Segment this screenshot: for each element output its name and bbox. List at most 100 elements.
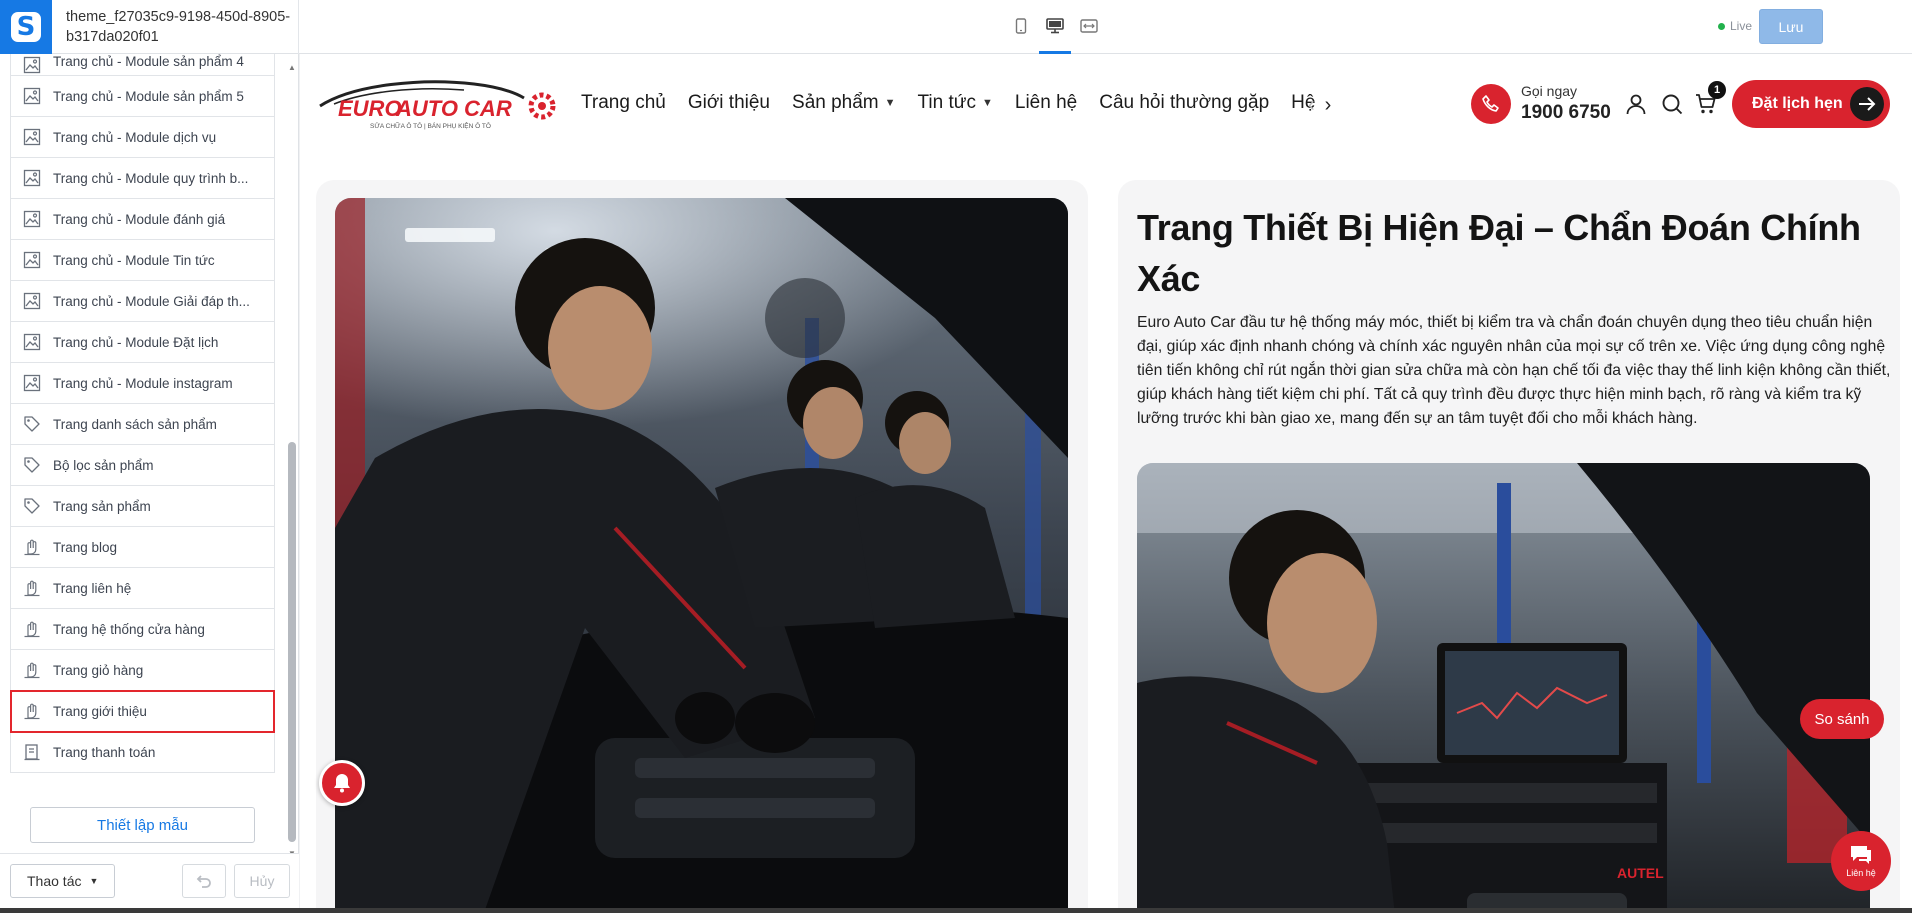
main-navigation: Trang chủ Giới thiệu Sản phẩm ▼ Tin tức ▼ Liên… <box>581 92 1346 114</box>
sidebar-scrollbar[interactable]: ▲ ▼ <box>287 64 297 864</box>
undo-button[interactable] <box>182 864 226 898</box>
nav-item-label: Câu hỏi thường gặp <box>1099 92 1270 113</box>
nav-item[interactable]: Giới thiệu <box>688 92 770 114</box>
sidebar-footer: Thao tác ▼ Hủy <box>0 853 299 913</box>
account-button[interactable] <box>1622 90 1650 118</box>
mechanics-photo <box>335 198 1068 913</box>
desktop-view-button[interactable] <box>1039 14 1071 54</box>
layout-icon <box>21 126 43 148</box>
sidebar-item[interactable]: Trang thanh toán <box>11 732 274 773</box>
nav-item[interactable]: Tin tức ▼ <box>918 92 993 114</box>
template-page-list: Trang chủ - Module sản phẩm 4 Trang chủ -… <box>10 54 275 773</box>
sidebar-item[interactable]: Trang danh sách sản phẩm <box>11 404 274 445</box>
section-body-text: Euro Auto Car đầu tư hệ thống máy móc, t… <box>1137 314 1891 427</box>
brand-logo-graphic: EURO AUTO CAR SỬA CHỮA Ô TÔ | BÁN PHỤ KI… <box>319 80 556 130</box>
save-button[interactable]: Lưu <box>1759 9 1823 44</box>
sidebar-item-label: Trang chủ - Module Đặt lịch <box>53 334 219 350</box>
contact-chat-button[interactable]: Liên hệ <box>1831 831 1891 891</box>
nav-item[interactable]: Sản phẩm ▼ <box>792 92 896 114</box>
sidebar-item[interactable]: Trang chủ - Module sản phẩm 4 <box>11 54 274 76</box>
app-logo[interactable]: S <box>0 0 52 54</box>
theme-name: theme_f27035c9-9198-450d-8905-b317da020f… <box>66 9 291 45</box>
sidebar-item[interactable]: Bộ lọc sản phẩm <box>11 445 274 486</box>
device-switcher <box>1010 14 1100 54</box>
tag-icon <box>21 454 43 476</box>
autel-brand-text: AUTEL <box>1617 865 1664 881</box>
phone-caption: Gọi ngay <box>1521 83 1578 99</box>
sidebar-item-label: Trang chủ - Module Giải đáp th... <box>53 293 250 309</box>
sidebar-item-label: Trang chủ - Module quy trình b... <box>53 170 249 186</box>
sidebar-item[interactable]: Trang chủ - Module Tin tức <box>11 240 274 281</box>
book-appointment-button[interactable]: Đặt lịch hẹn <box>1732 80 1890 128</box>
live-label: Live <box>1730 19 1753 33</box>
sidebar-item-label: Trang chủ - Module sản phẩm 4 <box>53 54 244 69</box>
sidebar-item[interactable]: Trang liên hệ <box>11 568 274 609</box>
sidebar-item[interactable]: Trang chủ - Module sản phẩm 5 <box>11 76 274 117</box>
nav-item-label: Giới thiệu <box>687 92 771 113</box>
sidebar-item-label: Bộ lọc sản phẩm <box>53 457 154 473</box>
brand-logo[interactable]: EURO AUTO CAR SỬA CHỮA Ô TÔ | BÁN PHỤ KI… <box>314 76 564 132</box>
layout-icon <box>21 167 43 189</box>
sidebar-item[interactable]: Trang giới thiệu <box>10 690 275 733</box>
user-icon <box>1626 94 1646 115</box>
phone-call-button[interactable] <box>1471 84 1511 124</box>
chat-icon <box>1851 846 1871 864</box>
sidebar-item[interactable]: Trang chủ - Module đánh giá <box>11 199 274 240</box>
sidebar-item[interactable]: Trang sản phẩm <box>11 486 274 527</box>
sidebar-item[interactable]: Trang chủ - Module dịch vụ <box>11 117 274 158</box>
nav-item-label: Trang chủ <box>581 92 666 113</box>
search-button[interactable] <box>1658 90 1686 118</box>
nav-item[interactable]: Liên hệ <box>1015 92 1077 114</box>
cart-count-badge: 1 <box>1708 81 1726 99</box>
caret-down-icon: ▼ <box>982 97 993 109</box>
mobile-view-button[interactable] <box>1010 14 1032 38</box>
sidebar-item-label: Trang chủ - Module instagram <box>53 375 233 391</box>
sidebar-item-label: Trang chủ - Module đánh giá <box>53 211 226 227</box>
cancel-button[interactable]: Hủy <box>234 864 290 898</box>
chevron-left-icon[interactable]: ‹ <box>1308 94 1315 117</box>
arrow-right-icon <box>1850 87 1884 121</box>
sidebar-item[interactable]: Trang chủ - Module quy trình b... <box>11 158 274 199</box>
phone-number[interactable]: 1900 6750 <box>1521 102 1611 124</box>
chevron-right-icon[interactable]: › <box>1325 94 1332 117</box>
sapo-logo-icon: S <box>11 12 41 42</box>
sidebar-item-label: Trang chủ - Module sản phẩm 5 <box>53 88 244 104</box>
undo-icon <box>196 875 211 888</box>
diagnostic-photo: AUTEL <box>1137 463 1870 913</box>
layout-icon <box>21 331 43 353</box>
hand-icon <box>21 700 43 722</box>
actions-label: Thao tác <box>27 873 82 889</box>
sidebar-item[interactable]: Trang hệ thống cửa hàng <box>11 609 274 650</box>
fullwidth-view-button[interactable] <box>1078 14 1100 38</box>
layout-icon <box>21 249 43 271</box>
sidebar-item[interactable]: Trang chủ - Module Đặt lịch <box>11 322 274 363</box>
brand-name-part2: AUTO CAR <box>395 96 512 121</box>
hand-icon <box>21 618 43 640</box>
sidebar-item-label: Trang chủ - Module Tin tức <box>53 252 215 268</box>
sidebar-item[interactable]: Trang chủ - Module instagram <box>11 363 274 404</box>
window-bottom-edge <box>0 908 1912 913</box>
sidebar-item[interactable]: Trang giỏ hàng <box>11 650 274 691</box>
sidebar-item-label: Trang hệ thống cửa hàng <box>53 621 205 637</box>
section-headline: Trang Thiết Bị Hiện Đại – Chẩn Đoán Chín… <box>1137 207 1861 299</box>
notification-bell-button[interactable] <box>319 760 365 806</box>
nav-item-label: Sản phẩm <box>792 92 879 113</box>
nav-item[interactable]: Trang chủ <box>581 92 666 114</box>
sidebar-item-label: Trang chủ - Module dịch vụ <box>53 129 217 145</box>
brand-name-part1: EURO <box>338 96 402 121</box>
mobile-icon <box>1015 18 1027 34</box>
actions-dropdown[interactable]: Thao tác ▼ <box>10 864 115 898</box>
layout-icon <box>21 372 43 394</box>
caret-down-icon: ▼ <box>89 876 99 886</box>
compare-button[interactable]: So sánh <box>1800 699 1884 739</box>
template-setup-button[interactable]: Thiết lập mẫu <box>30 807 255 843</box>
contact-label: Liên hệ <box>1846 868 1876 878</box>
sidebar-item-label: Trang blog <box>53 539 118 555</box>
sidebar-item[interactable]: Trang blog <box>11 527 274 568</box>
nav-item[interactable]: Câu hỏi thường gặp <box>1099 92 1269 114</box>
sidebar-item[interactable]: Trang chủ - Module Giải đáp th... <box>11 281 274 322</box>
scroll-up-icon[interactable]: ▲ <box>287 64 297 72</box>
expand-icon <box>1080 19 1098 33</box>
scroll-thumb[interactable] <box>288 442 296 842</box>
layout-icon <box>21 85 43 107</box>
